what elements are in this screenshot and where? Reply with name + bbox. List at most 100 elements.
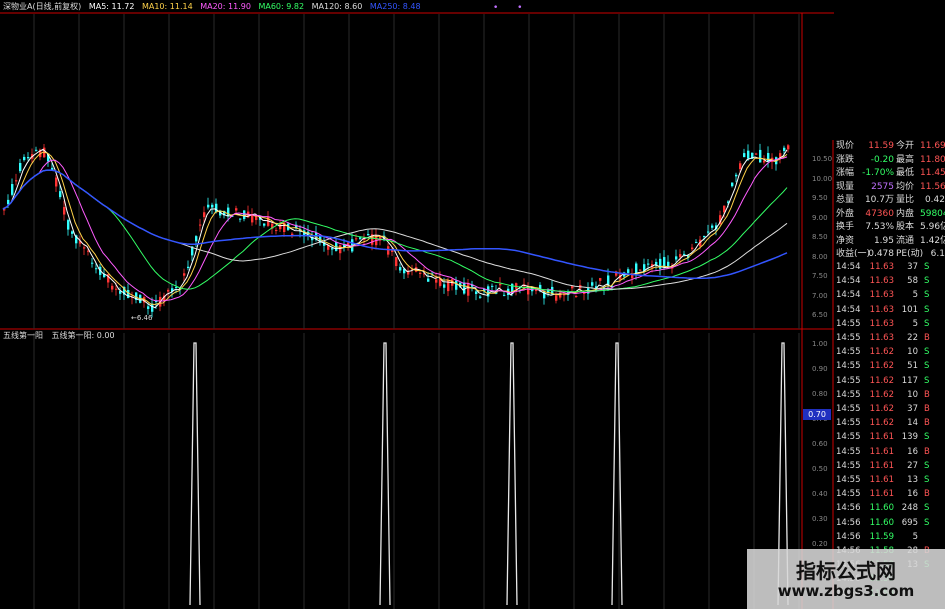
quote-value: 0.478 [868,249,894,259]
candle-body [387,246,390,255]
tick-volume: 27 [907,460,918,471]
tick-volume: 37 [907,404,918,414]
tick-side: B [924,446,930,457]
quote-label: 净资 [836,235,855,246]
candle-body [743,153,746,158]
tick-side: S [924,304,930,315]
tick-volume: 16 [907,446,918,457]
candle-body [467,282,470,296]
quote-value: 11.80 [920,154,945,165]
candle-body [711,225,714,228]
candle-body [607,275,610,285]
tick-side: S [924,262,930,272]
candle-body [571,286,574,289]
ma60-line [2,169,788,293]
tick-volume: 14 [907,418,918,429]
candle-body [735,174,738,177]
indicator-axis-tick: 0.40 [812,490,828,498]
candle-body [207,204,210,208]
candle-body [783,147,786,151]
candle-body [787,145,790,150]
quote-row: 收益(一) 0.478 PE(动) 6.1 [834,248,945,260]
price-axis-tick: 9.50 [812,194,828,202]
tick-volume: 695 [901,517,918,528]
tick-time: 14:55 [836,375,861,386]
quote-label: 股本 [896,222,915,232]
candle-body [71,231,74,234]
tick-volume: 13 [907,475,918,485]
indicator-spike [379,342,391,606]
tick-volume: 58 [907,276,918,287]
quote-label: 现价 [836,141,855,151]
candle-body [111,285,114,290]
candle-body [463,282,466,294]
tick-row: 14:55 11.62 51 S [834,361,945,373]
candle-body [499,283,502,286]
ma120-line [2,169,788,290]
tick-price: 11.63 [869,318,894,329]
candle-body [63,207,66,215]
quote-label: 最低 [896,168,915,178]
indicator-name: 五线第一阳 [3,331,43,340]
quote-row: 涨跌 -0.20 最高 11.80 [834,154,945,166]
quote-value: 11.56 [920,181,945,192]
candle-body [747,150,750,159]
tick-time: 14:54 [836,276,861,287]
indicator-spike [506,342,518,606]
tick-side: S [924,503,930,514]
price-axis-tick: 7.50 [812,272,828,280]
indicator-axis-tick: 0.60 [812,440,828,448]
tick-row: 14:55 11.62 117 S [834,376,945,388]
tick-price: 11.61 [869,460,894,471]
candle-body [203,212,206,218]
candle-body [427,278,430,282]
tick-time: 14:55 [836,347,861,358]
candle-body [195,236,198,242]
quote-value: 11.59 [868,141,894,151]
indicator-axis-tick: 1.00 [812,340,828,348]
tick-time: 14:55 [836,475,861,485]
quote-row: 净资 1.95 流通 1.42亿 [834,235,945,247]
quote-value: -0.20 [870,154,894,165]
quote-row: 涨幅 -1.70% 最低 11.45 [834,167,945,179]
candle-body [647,263,650,265]
kline-canvas[interactable]: ←6.46 [0,0,945,609]
tick-row: 14:55 11.61 16 B [834,447,945,459]
tick-volume: 5 [912,531,918,542]
candle-body [391,250,394,252]
candle-body [279,223,282,230]
tick-row: 14:54 11.63 5 S [834,290,945,302]
quote-label: 流通 [896,235,915,246]
tick-row: 14:55 11.62 14 B [834,418,945,430]
indicator-current-value: 0.70 [803,409,831,420]
quote-row: 总量 10.7万 量比 0.42 [834,194,945,206]
indicator-axis-tick: 0.20 [812,540,828,548]
candle-body [263,223,266,226]
candle-body [691,247,694,250]
quote-label: 内盘 [896,208,915,219]
indicator-axis-tick: 0.80 [812,390,828,398]
tick-volume: 139 [901,432,918,443]
candle-body [83,247,86,249]
tick-time: 14:55 [836,361,861,372]
tick-volume: 117 [901,375,918,386]
tick-row: 14:56 11.60 248 S [834,503,945,515]
tick-side: B [924,333,930,343]
candle-body [731,182,734,187]
tick-price: 11.63 [869,276,894,287]
quote-value: 59804 [920,208,945,219]
tick-volume: 51 [907,361,918,372]
price-axis-tick: 9.00 [812,213,828,222]
tick-price: 11.62 [869,418,894,429]
quote-value: -1.70% [862,168,894,178]
price-axis-tick: 7.00 [812,291,828,300]
candle-body [359,237,362,239]
candle-body [11,184,14,195]
candle-body [127,290,130,298]
tick-side: B [924,418,930,429]
tick-volume: 37 [907,262,918,272]
candle-body [115,288,118,290]
quote-row: 换手 7.53% 股本 5.96亿 [834,221,945,233]
tick-row: 14:55 11.62 37 B [834,404,945,416]
candle-body [95,268,98,270]
